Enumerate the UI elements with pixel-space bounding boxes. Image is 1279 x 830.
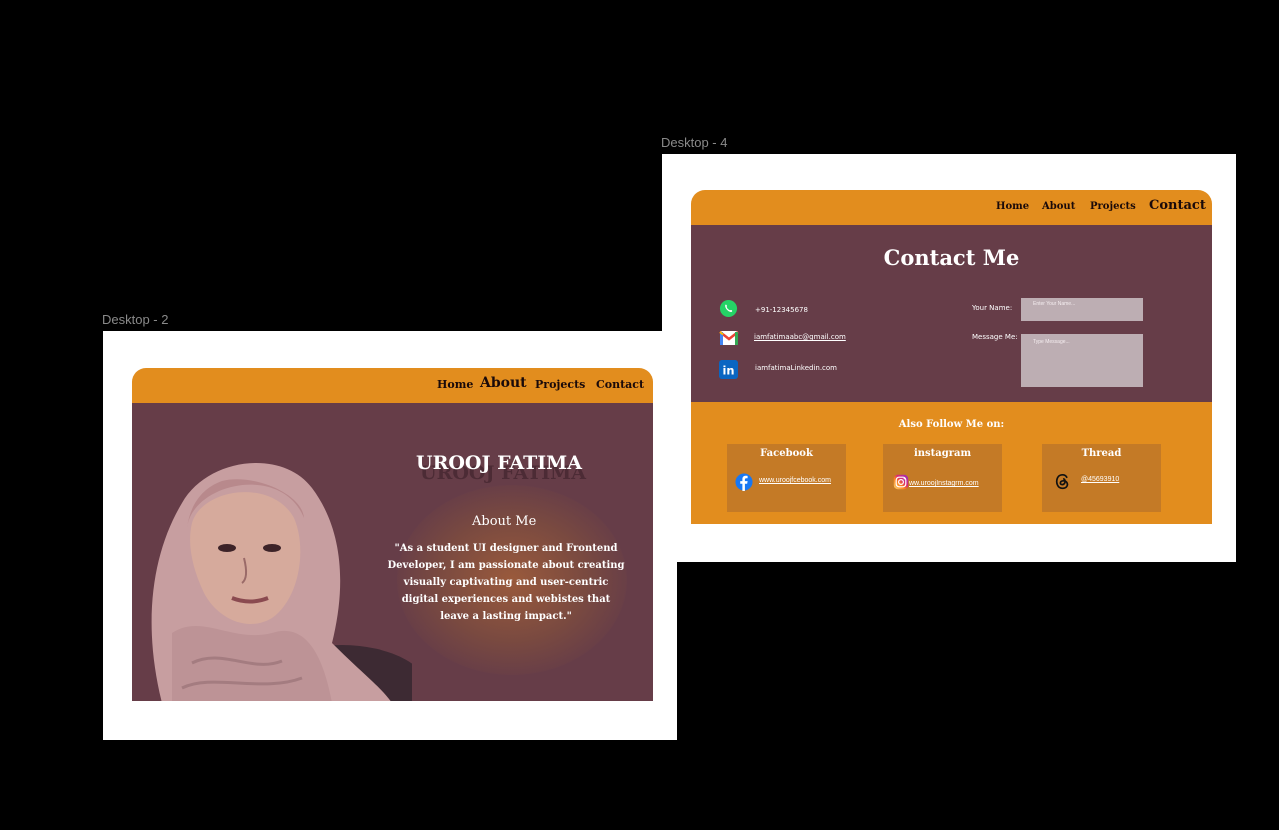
follow-section: Also Follow Me on: Facebook www.uroojfce… xyxy=(691,402,1212,524)
nav-contact[interactable]: Contact xyxy=(596,378,644,391)
nav-home[interactable]: Home xyxy=(437,378,473,391)
bio-line: visually captivating and user-centric xyxy=(403,577,609,588)
contact-heading: Contact Me xyxy=(883,245,1020,270)
contact-navbar: Home About Projects Contact xyxy=(691,190,1212,226)
nav-projects[interactable]: Projects xyxy=(535,378,585,391)
about-frame: Home About Projects Contact UROOJ FATIMA… xyxy=(103,331,677,740)
name-label: Your Name: xyxy=(972,304,1013,312)
thread-link[interactable]: @45693910 xyxy=(1081,476,1119,483)
bio-text: "As a student UI designer and Frontend D… xyxy=(386,540,626,625)
thread-card[interactable]: Thread @45693910 xyxy=(1042,444,1161,512)
nav-about[interactable]: About xyxy=(1042,201,1075,212)
svg-text:in: in xyxy=(722,363,734,377)
contact-section: Contact Me +91-12345678 iamfatimaabc@gma… xyxy=(691,225,1212,403)
nav-projects[interactable]: Projects xyxy=(1090,201,1136,212)
facebook-card[interactable]: Facebook www.uroojfcebook.com xyxy=(727,444,846,512)
instagram-icon xyxy=(893,474,909,490)
name-title: UROOJ FATIMA xyxy=(416,452,582,474)
contact-frame: Home About Projects Contact Contact Me +… xyxy=(662,154,1236,562)
frame-label-desktop-2[interactable]: Desktop - 2 xyxy=(102,312,168,327)
gmail-icon[interactable] xyxy=(719,329,739,347)
follow-title: Also Follow Me on: xyxy=(898,419,1005,430)
about-navbar: Home About Projects Contact xyxy=(132,368,653,404)
facebook-icon xyxy=(735,473,753,491)
card-title: instagram xyxy=(913,448,972,459)
email-link[interactable]: iamfatimaabc@gmail.com xyxy=(754,333,846,341)
profile-photo xyxy=(151,462,412,701)
nav-about[interactable]: About xyxy=(480,375,527,391)
whatsapp-icon[interactable] xyxy=(719,299,738,318)
linkedin-link[interactable]: iamfatimaLinkedin.com xyxy=(755,364,837,372)
message-input[interactable]: Type Message... xyxy=(1021,334,1143,387)
about-hero: UROOJ FATIMA UROOJ FATIMA About Me "As a… xyxy=(132,403,653,701)
linkedin-icon[interactable]: in xyxy=(719,360,738,379)
bio-line: leave a lasting impact." xyxy=(440,611,572,622)
bio-line: digital experiences and webistes that xyxy=(401,594,611,605)
phone-number: +91-12345678 xyxy=(755,306,808,314)
frame-label-desktop-4[interactable]: Desktop - 4 xyxy=(661,135,727,150)
name-input[interactable]: Enter Your Name... xyxy=(1021,298,1143,321)
instagram-card[interactable]: instagram ww.uroojInstagrm.com xyxy=(883,444,1002,512)
facebook-link[interactable]: www.uroojfcebook.com xyxy=(759,477,831,484)
nav-contact[interactable]: Contact xyxy=(1149,198,1206,213)
card-title: Thread xyxy=(1081,448,1122,459)
bio-line: Developer, I am passionate about creatin… xyxy=(387,560,625,571)
instagram-link[interactable]: ww.uroojInstagrm.com xyxy=(909,480,979,487)
bio-line: "As a student UI designer and Frontend xyxy=(394,543,618,554)
message-label: Message Me: xyxy=(972,333,1018,341)
threads-icon xyxy=(1055,473,1069,490)
about-heading: About Me xyxy=(472,514,537,529)
nav-home[interactable]: Home xyxy=(996,201,1029,212)
card-title: Facebook xyxy=(760,448,813,459)
